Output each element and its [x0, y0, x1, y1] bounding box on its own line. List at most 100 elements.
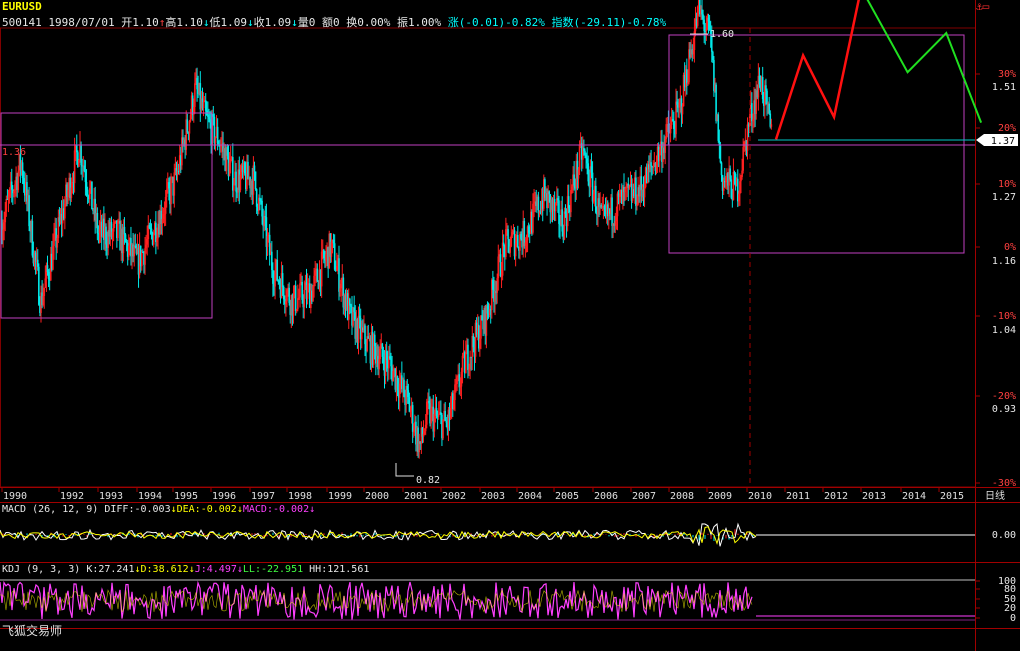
candle-body — [720, 162, 723, 176]
candle-body — [718, 140, 721, 145]
candle-body — [423, 431, 426, 434]
y-price-label: 1.16 — [992, 256, 1016, 267]
candle-body — [435, 407, 438, 416]
candle-body — [255, 189, 258, 207]
candle-body — [442, 419, 444, 439]
candle-body — [298, 297, 300, 299]
x-tick-label: 2002 — [442, 491, 466, 502]
candle-body — [761, 77, 764, 100]
candle-body — [299, 283, 301, 298]
candle-body — [43, 287, 46, 297]
candle-body — [288, 287, 290, 303]
x-tick-label: 2012 — [824, 491, 848, 502]
candle-body — [350, 305, 352, 307]
candle-body — [392, 370, 394, 382]
candle-body — [226, 147, 229, 156]
candle-body — [444, 410, 446, 421]
candle-body — [590, 166, 593, 173]
candle-body — [741, 170, 743, 177]
candle-body — [325, 254, 327, 261]
candle-body — [733, 172, 736, 174]
x-tick-label: 1993 — [99, 491, 123, 502]
candle-body — [36, 259, 39, 267]
candle-body — [194, 83, 196, 107]
candle-body — [499, 254, 502, 277]
candle-body — [702, 14, 704, 20]
candle-body — [409, 411, 412, 413]
candle-body — [743, 141, 746, 148]
candle-body — [17, 171, 20, 190]
candle-body — [516, 234, 519, 247]
candle-body — [123, 226, 126, 235]
x-tick-label: 2004 — [518, 491, 542, 502]
candle-body — [228, 162, 231, 177]
candle-body — [247, 161, 249, 180]
candle-body — [454, 384, 456, 401]
candle-body — [204, 100, 207, 111]
candle-body — [505, 229, 507, 257]
candle-body — [758, 75, 761, 85]
current-price-label: 1.37 — [991, 136, 1015, 147]
candle-body — [732, 172, 735, 201]
candle-body — [500, 275, 503, 277]
candle-body — [67, 190, 69, 197]
candle-body — [430, 407, 432, 424]
candle-body — [671, 119, 674, 122]
candle-body — [464, 353, 467, 374]
candle-body — [306, 284, 309, 299]
candle-body — [281, 273, 284, 288]
candle-body — [765, 85, 767, 91]
candle-body — [701, 9, 703, 15]
candle-body — [472, 336, 475, 348]
chart-canvas[interactable]: 1.36 1.60 0.82 1990 1992 1993 1994 1995 1996 199… — [0, 0, 1020, 651]
candle-body — [725, 177, 727, 183]
candle-body — [202, 101, 205, 108]
candle-body — [440, 412, 442, 415]
x-tick-label: 2003 — [481, 491, 505, 502]
candle-body — [46, 265, 49, 273]
price-panel-frame — [0, 27, 976, 488]
candle-body — [403, 379, 405, 397]
y-pct-label: -10% — [992, 311, 1016, 322]
candle-body — [323, 249, 325, 259]
candle-body — [173, 172, 176, 196]
candle-body — [140, 251, 143, 267]
candle-body — [676, 101, 678, 105]
candle-body — [83, 165, 86, 172]
candle-body — [64, 204, 66, 219]
candle-body — [396, 376, 399, 391]
candle-body — [7, 196, 10, 200]
candle-body — [338, 258, 340, 292]
candle-body — [266, 235, 269, 247]
candle-body — [461, 355, 464, 372]
candle-body — [618, 194, 621, 197]
candle-body — [669, 124, 672, 134]
candle-body — [520, 234, 522, 240]
candle-body — [523, 220, 526, 246]
candle-body — [21, 162, 24, 179]
macd-diff: DIFF:-0.003 — [104, 504, 171, 515]
x-tick-label: 2008 — [670, 491, 694, 502]
candle-body — [625, 186, 627, 189]
candle-body — [422, 433, 425, 437]
candle-body — [382, 356, 385, 364]
candle-body — [113, 221, 116, 224]
candle-body — [558, 200, 560, 224]
candle-body — [117, 221, 119, 239]
candle-body — [111, 231, 114, 237]
candle-body — [561, 209, 564, 232]
candle-body — [353, 307, 355, 313]
candle-body — [333, 243, 336, 270]
low-annotation-line — [395, 463, 414, 477]
y-pct-label: -30% — [992, 478, 1016, 489]
candle-body — [492, 279, 494, 290]
candle-body — [501, 242, 504, 276]
y-price-label: 0.93 — [992, 404, 1016, 415]
candle-body — [133, 245, 135, 257]
candle-body — [730, 179, 733, 198]
candle-body — [148, 225, 151, 229]
candle-body — [73, 150, 76, 184]
candle-body — [453, 400, 455, 409]
candle-body — [437, 413, 440, 417]
candle-body — [385, 351, 388, 361]
